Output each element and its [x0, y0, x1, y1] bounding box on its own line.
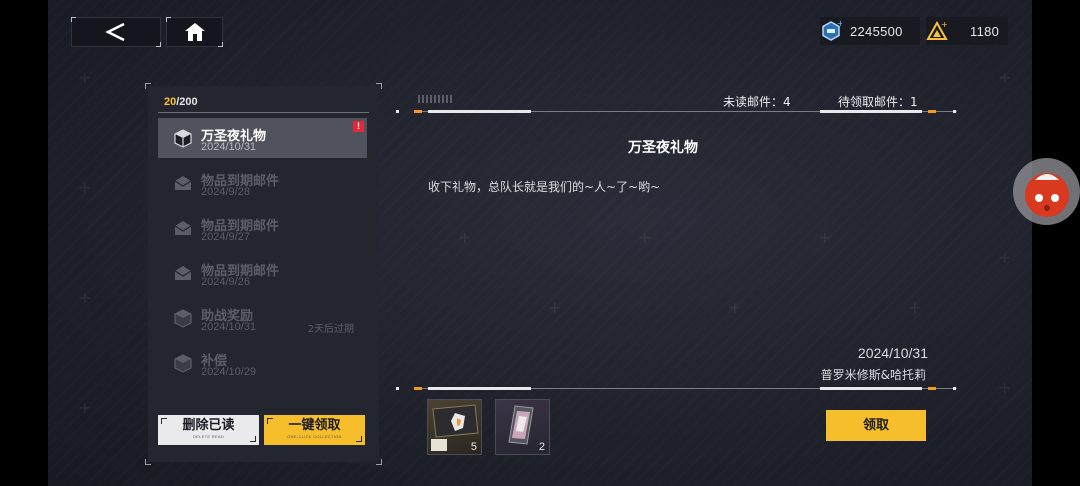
- mail-list-item[interactable]: 物品到期邮件 2024/9/28: [158, 163, 367, 203]
- mail-list-item[interactable]: 助战奖励 2024/10/31 2天后过期: [158, 298, 367, 338]
- unread-badge: !: [353, 121, 364, 132]
- mail-screen: + + + + + + + + + + + + + + 2245500 + 11…: [48, 0, 1032, 486]
- mail-item-date: 2024/10/31: [201, 141, 257, 153]
- home-icon: [184, 23, 205, 41]
- unread-count: 未读邮件：4: [723, 95, 791, 109]
- mail-detail-sender: 普罗米修斯&哈托莉: [820, 368, 926, 382]
- mail-list-item[interactable]: 物品到期邮件 2024/9/26: [158, 253, 367, 293]
- envelope-icon: [174, 176, 192, 190]
- delete-read-label: 删除已读: [182, 418, 235, 433]
- mail-detail-date: 2024/10/31: [857, 345, 928, 361]
- footer-orange-marker: [414, 387, 422, 390]
- mail-item-date: 2024/10/31: [201, 321, 257, 333]
- bg-plus-decor: +: [638, 228, 652, 247]
- bg-plus-decor: +: [998, 248, 1012, 267]
- mail-detail-title: 万圣夜礼物: [628, 140, 698, 156]
- bg-plus-decor: +: [818, 228, 832, 247]
- footer-dot: [953, 387, 956, 390]
- mail-list-item[interactable]: 物品到期邮件 2024/9/27: [158, 208, 367, 248]
- svg-text:+: +: [941, 20, 948, 29]
- mail-count-current: 20: [164, 96, 177, 108]
- bg-plus-decor: +: [78, 398, 92, 417]
- mail-list-item[interactable]: 补偿 2024/10/29: [158, 343, 367, 383]
- bg-plus-decor: +: [458, 228, 472, 247]
- footer-dot: [396, 387, 399, 390]
- reward-item[interactable]: 5: [427, 399, 482, 455]
- header-orange-marker: [928, 110, 936, 113]
- currency-primary[interactable]: + 2245500: [820, 17, 920, 45]
- bg-plus-decor: +: [728, 298, 742, 317]
- pending-count: 待领取邮件：1: [838, 95, 918, 109]
- bg-plus-decor: +: [78, 288, 92, 307]
- currency-primary-value: 2245500: [850, 23, 903, 39]
- header-texture-decor: [418, 95, 454, 103]
- bg-plus-decor: +: [78, 68, 92, 87]
- header-dot: [396, 110, 399, 113]
- footer-accent-bar: [820, 387, 922, 390]
- delete-read-sublabel: DELETE READ: [192, 434, 225, 439]
- header-orange-marker: [414, 110, 422, 113]
- envelope-icon: [174, 221, 192, 235]
- bg-plus-decor: +: [998, 378, 1012, 397]
- header-dot: [953, 110, 956, 113]
- data-card-icon: [432, 404, 479, 438]
- triangle-currency-icon: +: [926, 20, 948, 40]
- mail-list-panel: 20/200 万圣夜礼物 2024/10/31 ! 物品到期邮件 2024/9/…: [145, 83, 382, 465]
- mail-detail-body: 收下礼物，总队长就是我们的~人~了~哟~: [428, 180, 661, 194]
- mascot-icon: [1025, 173, 1069, 217]
- gift-box-icon: [174, 129, 192, 148]
- bg-plus-decor: +: [78, 178, 92, 197]
- bg-plus-decor: +: [908, 298, 922, 317]
- collect-all-label: 一键领取: [288, 418, 341, 433]
- bg-plus-decor: +: [998, 68, 1012, 87]
- gift-box-icon: [174, 354, 192, 373]
- item-type-tag: [431, 439, 447, 451]
- mail-item-date: 2024/9/26: [201, 276, 250, 288]
- header-accent-bar: [428, 110, 531, 113]
- bg-plus-decor: +: [548, 298, 562, 317]
- floating-assistant-button[interactable]: [1013, 158, 1080, 225]
- reward-item[interactable]: 2: [495, 399, 550, 455]
- claim-button[interactable]: 领取: [826, 410, 926, 441]
- mail-count-total: /200: [176, 96, 198, 108]
- footer-orange-marker: [928, 387, 936, 390]
- reward-quantity: 2: [538, 441, 545, 453]
- collect-all-sublabel: ONE-CLICK COLLECTION: [287, 434, 342, 439]
- divider: [158, 112, 369, 113]
- reward-quantity: 5: [470, 441, 477, 453]
- delete-read-button[interactable]: 删除已读 DELETE READ: [158, 415, 259, 445]
- collect-all-button[interactable]: 一键领取 ONE-CLICK COLLECTION: [264, 415, 365, 445]
- mail-item-date: 2024/10/29: [201, 366, 257, 378]
- currency-secondary[interactable]: + 1180: [926, 17, 1008, 45]
- mail-item-date: 2024/9/28: [201, 186, 250, 198]
- home-button[interactable]: [166, 17, 223, 47]
- mail-list-item[interactable]: 万圣夜礼物 2024/10/31 !: [158, 118, 367, 158]
- mail-count: 20/200: [164, 96, 198, 108]
- currency-secondary-value: 1180: [970, 23, 1000, 39]
- crystal-currency-icon: +: [822, 20, 842, 41]
- envelope-icon: [174, 266, 192, 280]
- back-button[interactable]: [71, 17, 161, 47]
- gift-box-icon: [174, 309, 192, 328]
- footer-accent-bar: [428, 387, 531, 390]
- svg-text:+: +: [837, 20, 842, 28]
- mail-item-expiry: 2天后过期: [307, 324, 354, 335]
- chevron-left-icon: [105, 22, 125, 42]
- header-accent-bar: [820, 110, 922, 113]
- mail-item-date: 2024/9/27: [201, 231, 250, 243]
